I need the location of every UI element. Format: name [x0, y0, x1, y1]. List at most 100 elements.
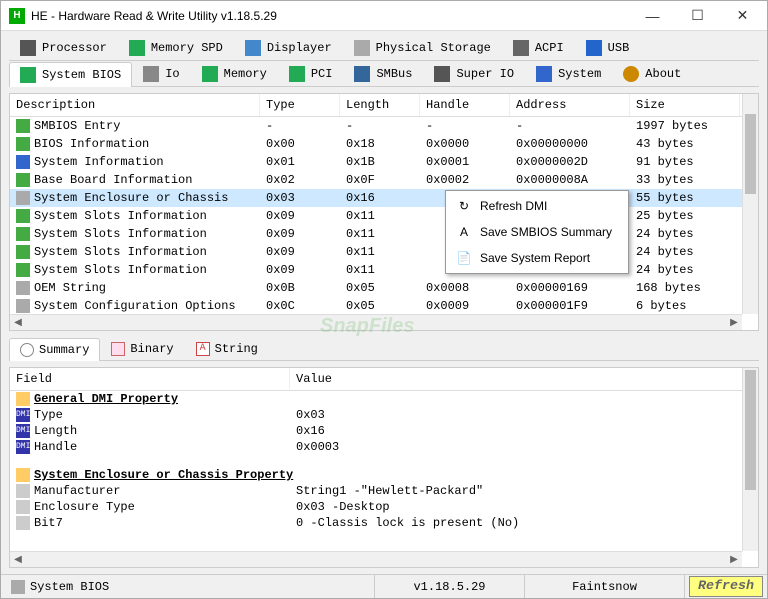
folder-icon	[16, 468, 30, 482]
row-icon	[16, 263, 30, 277]
status-icon	[11, 580, 25, 594]
table-row[interactable]: SMBIOS Entry - - - - 1997 bytes	[10, 117, 758, 135]
col-type[interactable]: Type	[260, 94, 340, 116]
bin-icon	[111, 342, 125, 356]
mem-icon	[202, 66, 218, 82]
minimize-button[interactable]: —	[630, 1, 675, 30]
cpu-icon	[20, 40, 36, 56]
col-size[interactable]: Size	[630, 94, 740, 116]
table-row[interactable]: OEM String 0x0B 0x05 0x0008 0x00000169 1…	[10, 279, 758, 297]
col-address[interactable]: Address	[510, 94, 630, 116]
table-row[interactable]: System Slots Information 0x09 0x11 25 by…	[10, 207, 758, 225]
item-icon	[16, 500, 30, 514]
menu-icon: 📄	[456, 250, 472, 266]
col-length[interactable]: Length	[340, 94, 420, 116]
row-icon	[16, 119, 30, 133]
menu-icon: A	[456, 224, 472, 240]
sys-icon	[536, 66, 552, 82]
row-icon	[16, 191, 30, 205]
detail-row[interactable]: Enclosure Type0x03 -Desktop	[10, 499, 758, 515]
table-row[interactable]: Base Board Information 0x02 0x0F 0x0002 …	[10, 171, 758, 189]
window-title: HE - Hardware Read & Write Utility v1.18…	[31, 9, 630, 23]
tab-processor[interactable]: Processor	[9, 35, 118, 60]
about-icon	[623, 66, 639, 82]
dmi-table-panel: Description Type Length Handle Address S…	[9, 93, 759, 331]
context-menu: ↻Refresh DMIASave SMBIOS Summary📄Save Sy…	[445, 190, 629, 274]
menu-icon: ↻	[456, 198, 472, 214]
tab-acpi[interactable]: ACPI	[502, 35, 575, 60]
subtab-summary[interactable]: Summary	[9, 338, 100, 361]
tab-row-2: System BIOSIoMemoryPCISMBusSuper IOSyste…	[9, 61, 759, 87]
row-icon	[16, 245, 30, 259]
detail-row[interactable]: ManufacturerString1 -"Hewlett-Packard"	[10, 483, 758, 499]
detail-panel: Field Value General DMI PropertyDMIType0…	[9, 367, 759, 568]
table-row[interactable]: System Information 0x01 0x1B 0x0001 0x00…	[10, 153, 758, 171]
col-field[interactable]: Field	[10, 368, 290, 391]
detail-row[interactable]: Bit70 -Classis lock is present (No)	[10, 515, 758, 531]
col-handle[interactable]: Handle	[420, 94, 510, 116]
tab-system[interactable]: System	[525, 61, 612, 86]
usb-icon	[586, 40, 602, 56]
tab-memory[interactable]: Memory	[191, 61, 278, 86]
vscrollbar[interactable]	[742, 94, 758, 314]
table-row[interactable]: BIOS Information 0x00 0x18 0x0000 0x0000…	[10, 135, 758, 153]
folder-icon	[16, 392, 30, 406]
dmi-icon: DMI	[16, 408, 30, 422]
tab-displayer[interactable]: Displayer	[234, 35, 343, 60]
menu-save-smbios-summary[interactable]: ASave SMBIOS Summary	[448, 219, 626, 245]
refresh-button[interactable]: Refresh	[689, 576, 763, 597]
tab-row-1: ProcessorMemory SPDDisplayerPhysical Sto…	[9, 35, 759, 61]
table-row[interactable]: System Configuration Options 0x0C 0x05 0…	[10, 297, 758, 315]
tab-about[interactable]: About	[612, 61, 692, 86]
dmi-table-header: Description Type Length Handle Address S…	[10, 94, 758, 117]
row-icon	[16, 227, 30, 241]
detail-vscrollbar[interactable]	[742, 368, 758, 551]
tab-system-bios[interactable]: System BIOS	[9, 62, 132, 87]
menu-save-system-report[interactable]: 📄Save System Report	[448, 245, 626, 271]
maximize-button[interactable]: ☐	[675, 1, 720, 30]
menu-refresh-dmi[interactable]: ↻Refresh DMI	[448, 193, 626, 219]
close-button[interactable]: ✕	[720, 1, 765, 30]
str-icon: A	[196, 342, 210, 356]
col-description[interactable]: Description	[10, 94, 260, 116]
subtab-string[interactable]: AString	[185, 337, 269, 360]
tab-smbus[interactable]: SMBus	[343, 61, 423, 86]
detail-hscrollbar[interactable]: ◀▶	[10, 551, 742, 567]
item-icon	[16, 516, 30, 530]
tab-memory-spd[interactable]: Memory SPD	[118, 35, 234, 60]
detail-row[interactable]: DMIType0x03	[10, 407, 758, 423]
table-row[interactable]: System Enclosure or Chassis 0x03 0x16 55…	[10, 189, 758, 207]
dmi-icon: DMI	[16, 440, 30, 454]
detail-header: Field Value	[10, 368, 758, 391]
titlebar: H HE - Hardware Read & Write Utility v1.…	[1, 1, 767, 31]
superio-icon	[434, 66, 450, 82]
detail-row[interactable]: System Enclosure or Chassis Property	[10, 467, 758, 483]
detail-row[interactable]: DMIHandle0x0003	[10, 439, 758, 455]
mag-icon	[20, 343, 34, 357]
table-row[interactable]: System Slots Information 0x09 0x11 24 by…	[10, 243, 758, 261]
app-window: H HE - Hardware Read & Write Utility v1.…	[0, 0, 768, 599]
app-icon: H	[9, 8, 25, 24]
detail-row[interactable]: General DMI Property	[10, 391, 758, 407]
table-row[interactable]: System Slots Information 0x09 0x11 0x000…	[10, 261, 758, 279]
tab-pci[interactable]: PCI	[278, 61, 344, 86]
hscrollbar[interactable]: ◀▶	[10, 314, 742, 330]
row-icon	[16, 209, 30, 223]
tab-super-io[interactable]: Super IO	[423, 61, 525, 86]
status-section: System BIOS	[30, 580, 109, 594]
disp-icon	[245, 40, 261, 56]
smbus-icon	[354, 66, 370, 82]
col-value[interactable]: Value	[290, 368, 744, 391]
tab-physical-storage[interactable]: Physical Storage	[343, 35, 502, 60]
row-icon	[16, 299, 30, 313]
pci-icon	[289, 66, 305, 82]
row-icon	[16, 155, 30, 169]
tab-usb[interactable]: USB	[575, 35, 641, 60]
detail-row[interactable]: DMILength0x16	[10, 423, 758, 439]
table-row[interactable]: System Slots Information 0x09 0x11 24 by…	[10, 225, 758, 243]
stor-icon	[354, 40, 370, 56]
tab-io[interactable]: Io	[132, 61, 190, 86]
subtab-binary[interactable]: Binary	[100, 337, 184, 360]
bios-icon	[20, 67, 36, 83]
detail-tab-row: SummaryBinaryAString	[9, 337, 759, 361]
